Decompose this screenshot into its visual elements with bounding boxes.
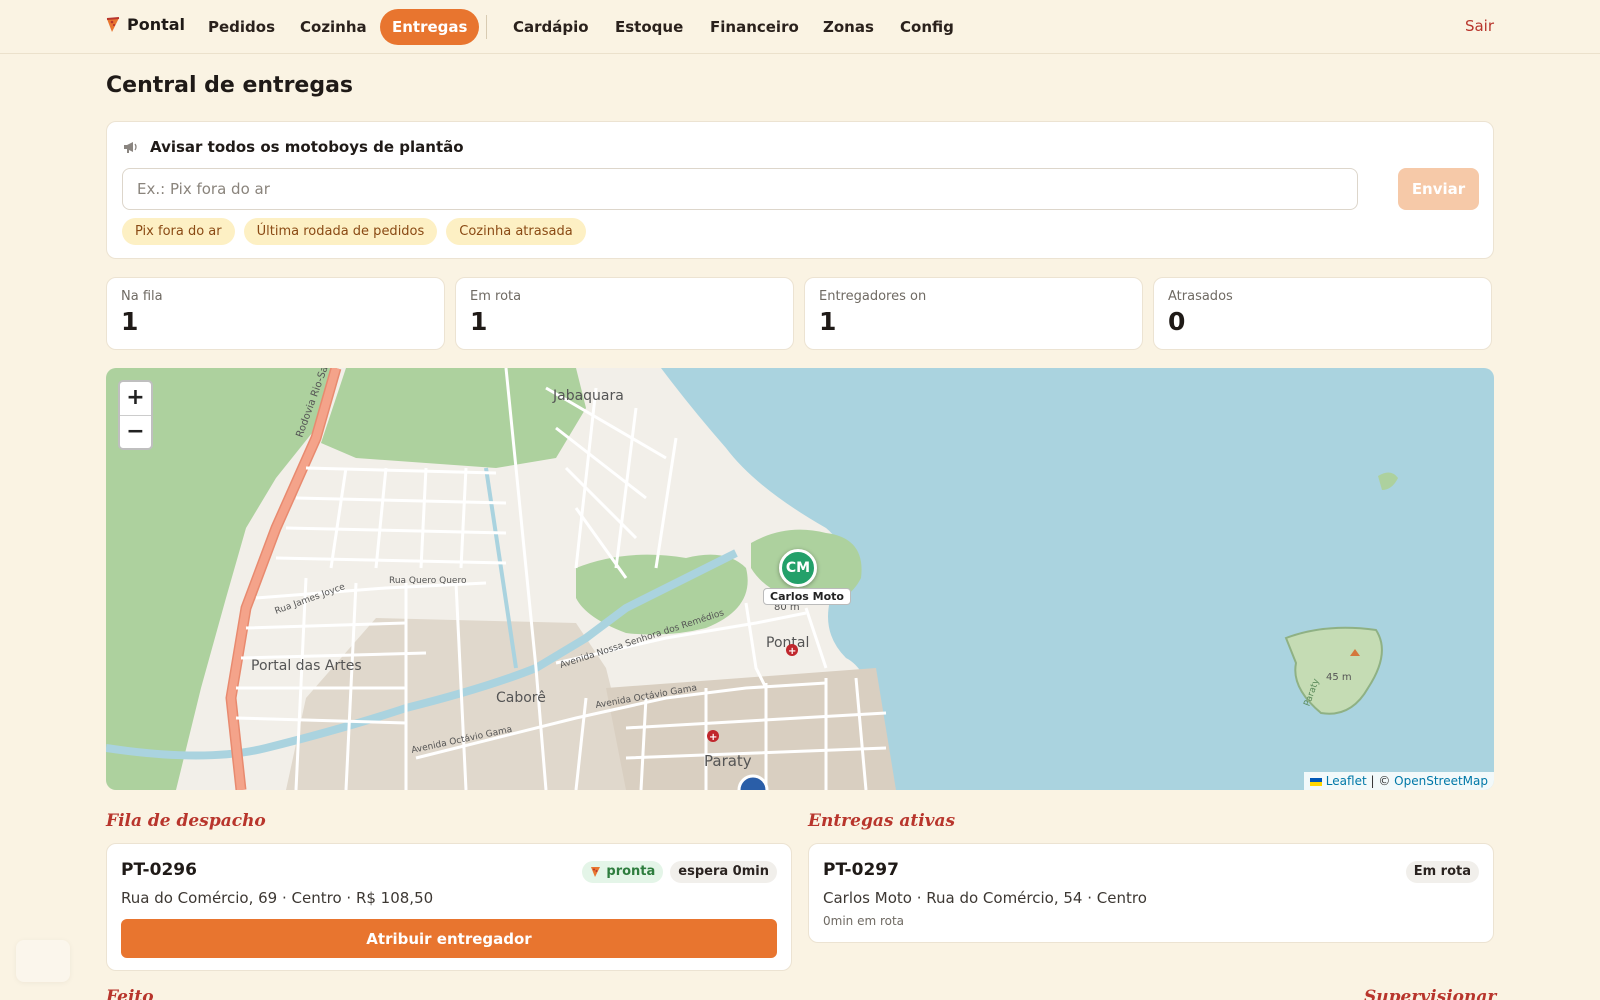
pizza-icon	[591, 867, 601, 877]
logout-link[interactable]: Sair	[1465, 17, 1494, 35]
status-badge: pronta	[582, 861, 664, 883]
stat-late: Atrasados 0	[1153, 277, 1492, 350]
map-label-jabaquara: Jabaquara	[552, 388, 624, 404]
leaflet-link[interactable]: Leaflet	[1326, 774, 1367, 788]
quick-message-chip[interactable]: Pix fora do ar	[122, 218, 235, 245]
map-zoom-control: + −	[118, 380, 153, 450]
delivery-detail: Carlos Moto · Rua do Comércio, 54 · Cent…	[823, 889, 1147, 907]
broadcast-title: Avisar todos os motoboys de plantão	[150, 138, 464, 156]
svg-text:+: +	[709, 732, 717, 743]
openstreetmap-link[interactable]: OpenStreetMap	[1394, 774, 1488, 788]
map-label-rua-quero-quero: Rua Quero Quero	[389, 576, 467, 586]
delivery-badges: Em rota	[1405, 861, 1479, 883]
floating-widget[interactable]	[16, 940, 70, 982]
broadcast-message-input[interactable]	[122, 168, 1358, 210]
zoom-in-button[interactable]: +	[120, 382, 151, 415]
broadcast-card: Avisar todos os motoboys de plantão Envi…	[106, 121, 1494, 259]
stat-label: Na fila	[121, 289, 163, 304]
stat-couriers-online: Entregadores on 1	[804, 277, 1143, 350]
nav-financeiro[interactable]: Financeiro	[698, 9, 811, 45]
zoom-out-button[interactable]: −	[120, 415, 151, 448]
delivery-elapsed: 0min em rota	[823, 914, 905, 928]
nav-estoque[interactable]: Estoque	[603, 9, 695, 45]
page-title: Central de entregas	[106, 73, 354, 98]
courier-marker[interactable]: CM	[779, 549, 817, 587]
map-attribution: Leaflet | © OpenStreetMap	[1303, 772, 1494, 790]
ukraine-flag-icon	[1309, 777, 1322, 786]
stat-value: 1	[470, 307, 488, 336]
attribution-separator: | ©	[1366, 774, 1395, 788]
nav-zonas[interactable]: Zonas	[811, 9, 886, 45]
delivery-map[interactable]: Jabaquara Portal das Artes Caborê Pontal…	[106, 368, 1494, 790]
completed-section-title: Feito	[106, 987, 154, 1000]
svg-text:+: +	[788, 646, 796, 657]
nav-config[interactable]: Config	[888, 9, 966, 45]
wait-badge: espera 0min	[670, 861, 777, 883]
quick-message-chip[interactable]: Última rodada de pedidos	[243, 218, 438, 245]
brand[interactable]: Pontal	[106, 15, 185, 34]
supervise-section-title: Supervisionar	[1364, 987, 1497, 1000]
status-badge: Em rota	[1405, 861, 1479, 883]
order-code: PT-0296	[121, 860, 197, 880]
delivery-code: PT-0297	[823, 860, 899, 880]
active-delivery-card[interactable]: PT-0297 Em rota Carlos Moto · Rua do Com…	[808, 843, 1494, 943]
quick-message-chips: Pix fora do ar Última rodada de pedidos …	[122, 218, 586, 245]
stat-queue: Na fila 1	[106, 277, 445, 350]
status-badge-label: pronta	[606, 864, 656, 879]
stat-value: 0	[1168, 307, 1186, 336]
map-label-portal-das-artes: Portal das Artes	[251, 658, 362, 674]
stat-value: 1	[121, 307, 139, 336]
nav-divider	[486, 15, 487, 39]
brand-name: Pontal	[127, 15, 186, 34]
pizza-logo-icon	[106, 16, 120, 32]
nav-cardapio[interactable]: Cardápio	[501, 9, 601, 45]
courier-marker-label: Carlos Moto	[763, 588, 851, 605]
quick-message-chip[interactable]: Cozinha atrasada	[446, 218, 586, 245]
dispatch-queue-title: Fila de despacho	[106, 811, 266, 831]
stat-en-route: Em rota 1	[455, 277, 794, 350]
dispatch-order-card: PT-0296 pronta espera 0min Rua do Comérc…	[106, 843, 792, 971]
map-label-elevation-45: 45 m	[1326, 672, 1352, 683]
order-address: Rua do Comércio, 69 · Centro · R$ 108,50	[121, 889, 434, 907]
active-deliveries-title: Entregas ativas	[808, 811, 956, 831]
nav-entregas[interactable]: Entregas	[380, 9, 480, 45]
order-badges: pronta espera 0min	[582, 861, 777, 883]
stat-label: Entregadores on	[819, 289, 927, 304]
broadcast-header: Avisar todos os motoboys de plantão	[123, 138, 464, 156]
send-broadcast-button[interactable]: Enviar	[1398, 168, 1479, 210]
megaphone-icon	[124, 142, 137, 153]
top-nav: Pontal Pedidos Cozinha Entregas Cardápio…	[0, 0, 1600, 54]
assign-courier-button[interactable]: Atribuir entregador	[121, 919, 777, 958]
stat-label: Atrasados	[1168, 289, 1233, 304]
stat-label: Em rota	[470, 289, 522, 304]
nav-cozinha[interactable]: Cozinha	[288, 9, 379, 45]
map-label-cabore: Caborê	[496, 690, 546, 706]
map-label-paraty: Paraty	[704, 752, 752, 770]
nav-pedidos[interactable]: Pedidos	[196, 9, 287, 45]
stat-value: 1	[819, 307, 837, 336]
